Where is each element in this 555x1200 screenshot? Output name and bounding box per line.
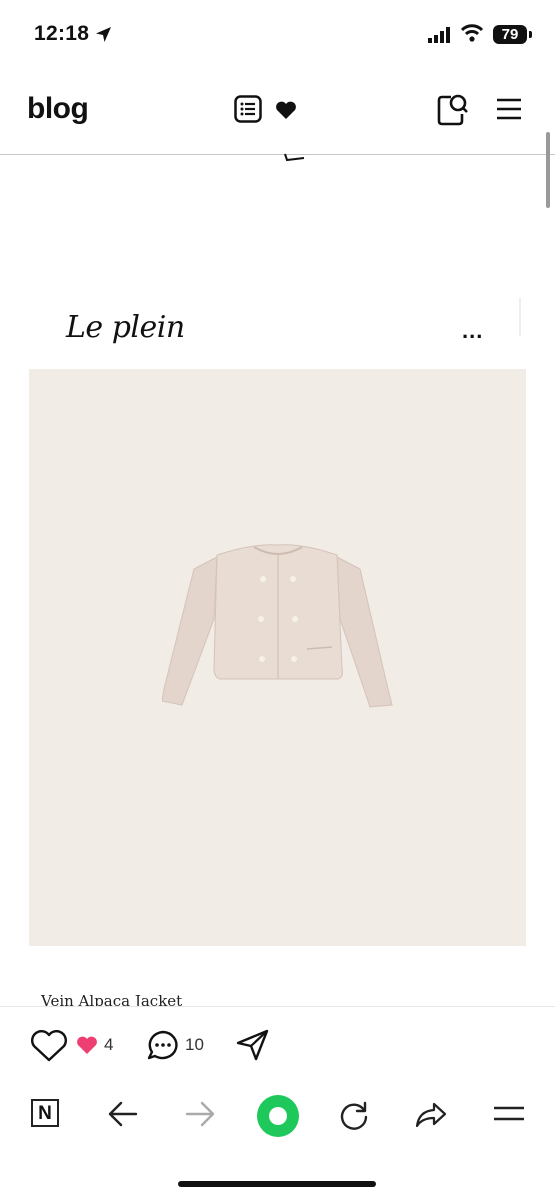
app-title[interactable]: blog [27, 92, 89, 126]
battery-indicator: 79 [493, 25, 527, 44]
naver-home-button[interactable]: N [31, 1099, 59, 1127]
app-header: blog [0, 80, 555, 155]
comment-icon[interactable] [146, 1029, 180, 1061]
location-arrow-icon [96, 27, 111, 42]
divider [519, 298, 521, 336]
browser-menu-icon[interactable] [493, 1105, 525, 1123]
wifi-icon [460, 24, 484, 42]
product-image[interactable] [29, 369, 526, 946]
battery-tip [529, 31, 532, 38]
brand-name: Le plein [66, 310, 185, 345]
cellular-signal-icon [428, 27, 450, 43]
green-home-button[interactable] [257, 1095, 299, 1137]
share-arrow-icon[interactable] [414, 1100, 448, 1130]
jacket-image [162, 544, 393, 708]
browser-toolbar: N [0, 1081, 555, 1151]
reaction-bar: 4 10 [0, 1006, 555, 1082]
like-reaction-icon [77, 1036, 97, 1054]
home-indicator[interactable] [178, 1181, 376, 1187]
search-icon[interactable] [437, 92, 469, 126]
reload-icon[interactable] [338, 1100, 370, 1132]
back-arrow-icon[interactable] [108, 1101, 138, 1127]
heart-icon[interactable] [275, 100, 297, 120]
partial-graphic [284, 153, 305, 162]
more-options-button[interactable]: ... [462, 318, 483, 344]
forward-arrow-icon [185, 1101, 215, 1127]
like-count[interactable]: 4 [104, 1035, 113, 1055]
scrollbar-thumb[interactable] [546, 132, 550, 208]
comment-count[interactable]: 10 [185, 1035, 204, 1055]
like-heart-icon[interactable] [30, 1030, 68, 1062]
hamburger-menu-icon[interactable] [496, 97, 522, 121]
send-icon[interactable] [236, 1029, 270, 1061]
post-list-icon[interactable] [234, 95, 262, 123]
status-time: 12:18 [34, 22, 90, 45]
status-bar: 12:18 79 [0, 0, 555, 70]
